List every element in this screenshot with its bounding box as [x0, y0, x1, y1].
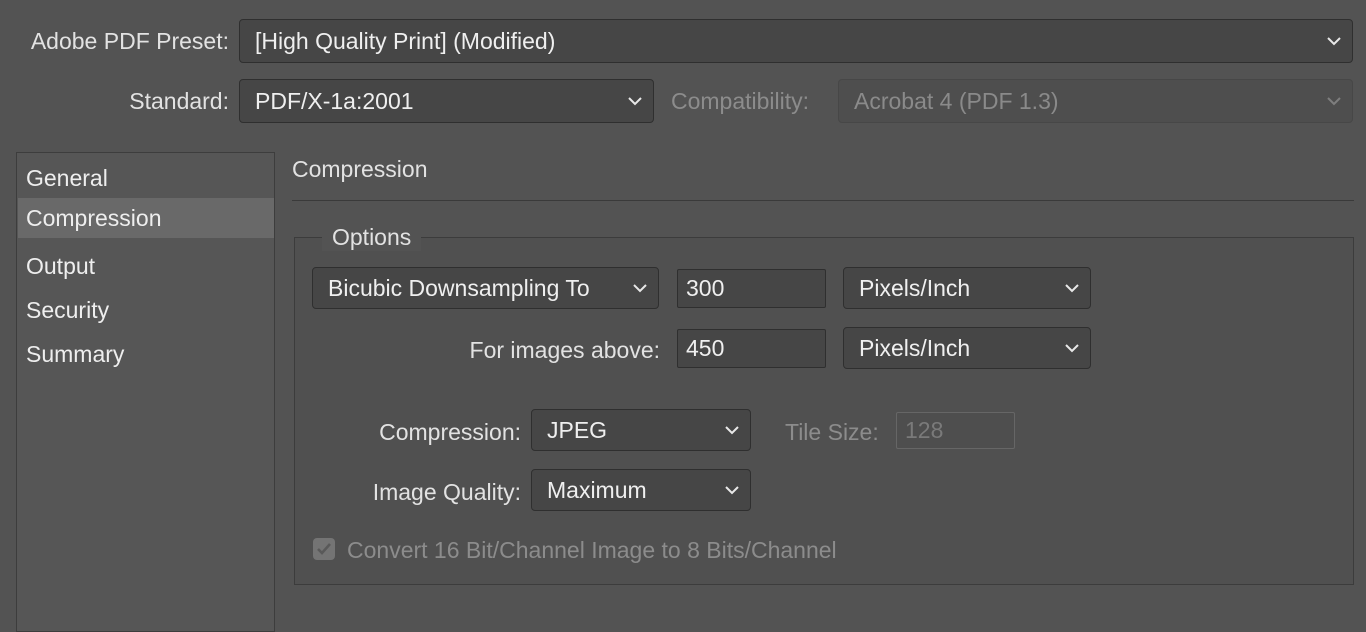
sidebar-item-label: Compression — [26, 204, 162, 231]
sidebar-item-label: General — [26, 164, 108, 191]
compatibility-select: Acrobat 4 (PDF 1.3) — [838, 79, 1353, 123]
images-above-label: For images above: — [469, 337, 660, 363]
sidebar-item-summary[interactable]: Summary — [18, 334, 274, 374]
compatibility-label: Compatibility: — [671, 88, 810, 114]
chevron-down-icon — [1065, 344, 1079, 353]
tile-size-label: Tile Size: — [785, 419, 879, 445]
panel-title-divider — [292, 200, 1354, 201]
downsampling-unit-value: Pixels/Inch — [859, 274, 971, 301]
downsampling-resolution-input[interactable]: 300 — [677, 269, 826, 308]
sidebar-item-label: Output — [26, 252, 96, 279]
downsampling-resolution-value: 300 — [686, 275, 725, 301]
standard-value: PDF/X-1a:2001 — [255, 87, 414, 114]
downsampling-method-value: Bicubic Downsampling To — [328, 274, 590, 301]
tile-size-value: 128 — [905, 417, 944, 443]
images-above-value: 450 — [686, 335, 725, 361]
sidebar-item-label: Summary — [26, 340, 125, 367]
chevron-down-icon — [628, 97, 642, 106]
panel-title: Compression — [292, 156, 428, 182]
preset-value: [High Quality Print] (Modified) — [255, 27, 556, 54]
chevron-down-icon — [725, 426, 739, 435]
options-group-title: Options — [322, 224, 422, 251]
chevron-down-icon — [633, 284, 647, 293]
compression-value: JPEG — [547, 416, 608, 443]
images-above-unit-select[interactable]: Pixels/Inch — [843, 327, 1091, 369]
chevron-down-icon — [1327, 37, 1341, 46]
tile-size-input: 128 — [896, 412, 1015, 449]
compression-select[interactable]: JPEG — [531, 409, 751, 451]
sidebar-item-output[interactable]: Output — [18, 246, 274, 286]
standard-select[interactable]: PDF/X-1a:2001 — [239, 79, 654, 123]
sidebar-item-compression[interactable]: Compression — [18, 198, 274, 238]
chevron-down-icon — [725, 486, 739, 495]
sidebar: General Compression Output Security Summ… — [16, 152, 275, 632]
chevron-down-icon — [1065, 284, 1079, 293]
downsampling-method-select[interactable]: Bicubic Downsampling To — [312, 267, 659, 309]
downsampling-unit-select[interactable]: Pixels/Inch — [843, 267, 1091, 309]
preset-label: Adobe PDF Preset: — [30, 28, 229, 54]
image-quality-select[interactable]: Maximum — [531, 469, 751, 511]
convert-16bit-checkbox[interactable] — [313, 538, 335, 560]
image-quality-value: Maximum — [547, 476, 647, 503]
compatibility-value: Acrobat 4 (PDF 1.3) — [854, 87, 1059, 114]
image-quality-label: Image Quality: — [372, 479, 521, 505]
images-above-unit-value: Pixels/Inch — [859, 334, 971, 361]
checkmark-icon — [317, 543, 331, 555]
chevron-down-icon — [1327, 97, 1341, 106]
compression-label: Compression: — [379, 419, 521, 445]
standard-label: Standard: — [129, 88, 229, 114]
convert-16bit-label: Convert 16 Bit/Channel Image to 8 Bits/C… — [347, 537, 837, 563]
preset-select[interactable]: [High Quality Print] (Modified) — [239, 19, 1353, 63]
sidebar-item-general[interactable]: General — [18, 158, 274, 198]
sidebar-item-label: Security — [26, 296, 110, 323]
images-above-input[interactable]: 450 — [677, 329, 826, 368]
sidebar-item-security[interactable]: Security — [18, 290, 274, 330]
